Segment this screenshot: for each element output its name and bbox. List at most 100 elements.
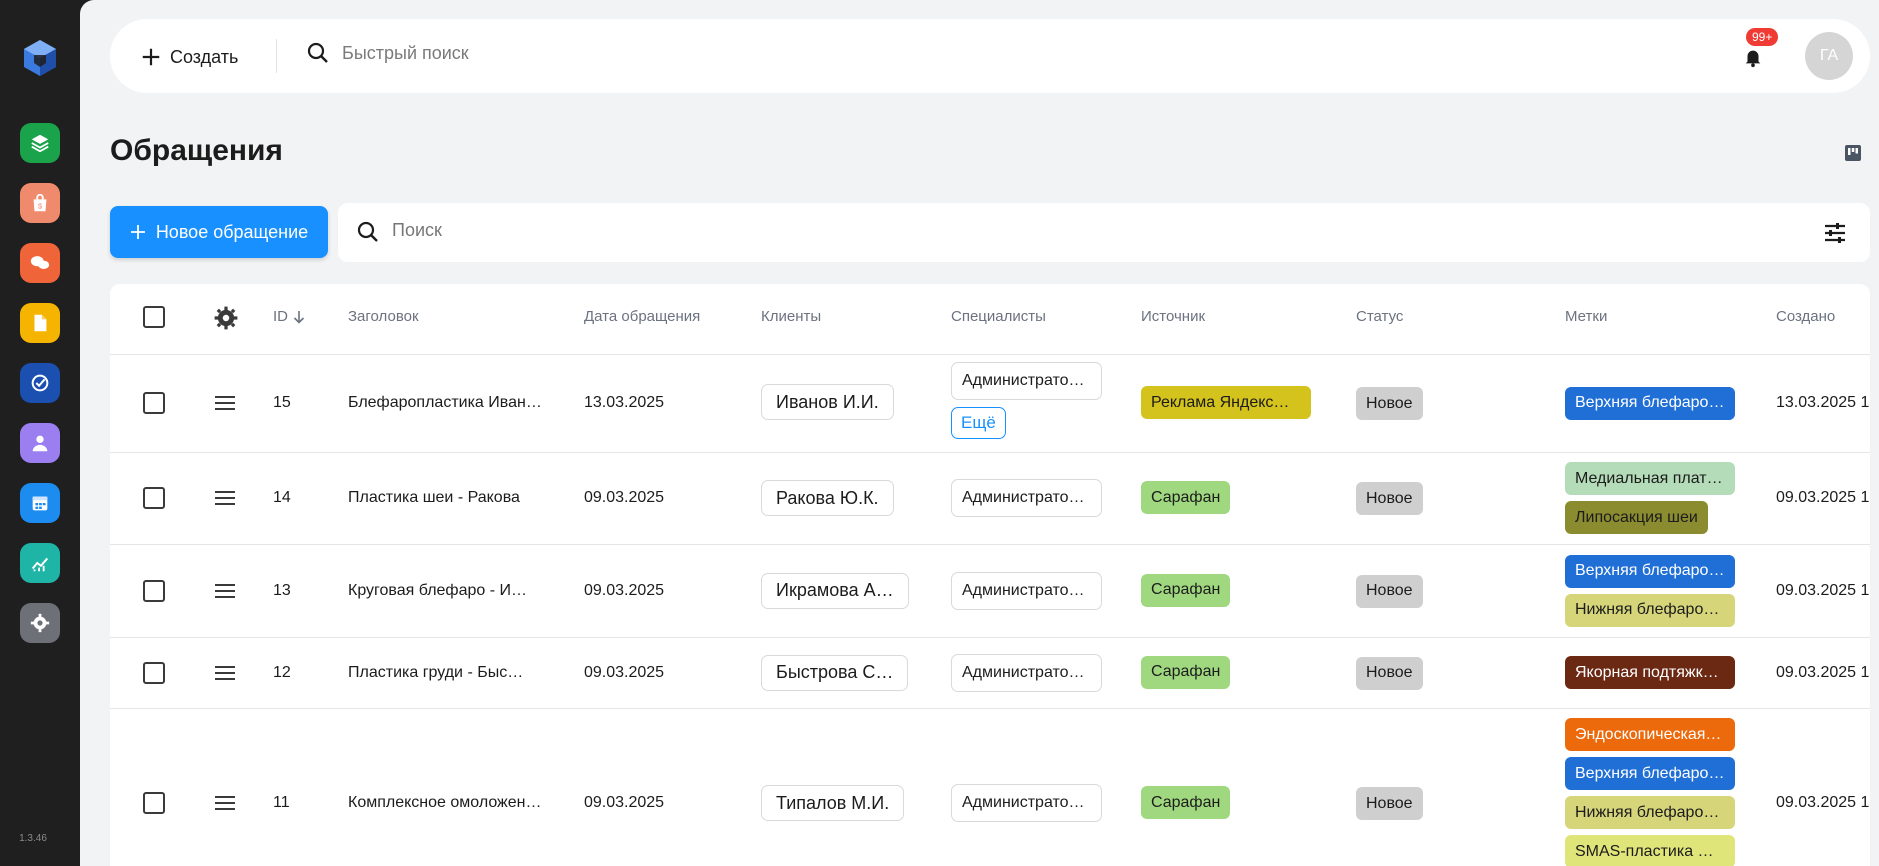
client-chip[interactable]: Типалов М.И.: [761, 785, 905, 821]
quick-search-input[interactable]: [340, 41, 744, 65]
kanban-view-icon[interactable]: [1844, 144, 1862, 162]
more-specialists-button[interactable]: Ещё: [951, 407, 1006, 439]
label-tag-text: Липосакция шеи: [1575, 508, 1698, 526]
create-button[interactable]: Создать: [140, 43, 238, 71]
gear-icon: [214, 306, 238, 330]
source-tag: Сарафан: [1141, 481, 1231, 514]
specialist-name: Администрато…: [962, 663, 1085, 681]
sidebar-item-settings[interactable]: [20, 603, 60, 643]
sidebar-item-calendar[interactable]: [20, 483, 60, 523]
table-row[interactable]: 13 Круговая блефаро - И… 09.03.2025 Икрамов…: [110, 544, 1870, 638]
column-header-created[interactable]: Создано: [1776, 308, 1835, 325]
row-date: 09.03.2025: [584, 489, 665, 506]
drag-handle-icon[interactable]: [214, 795, 236, 811]
label-tag-text: Якорная подтяжк…: [1575, 663, 1719, 681]
specialist-chip[interactable]: Администрато…: [951, 784, 1102, 822]
label-tag-text: SMAS-пластика …: [1575, 842, 1714, 860]
filter-settings-icon[interactable]: [1822, 220, 1848, 246]
row-checkbox[interactable]: [143, 487, 165, 509]
client-chip[interactable]: Иванов И.И.: [761, 384, 894, 420]
new-request-button-label: Новое обращение: [155, 221, 309, 242]
cube-logo-icon[interactable]: [20, 38, 60, 78]
specialist-chip[interactable]: Администрато…: [951, 479, 1102, 517]
search-input[interactable]: [390, 219, 1694, 242]
client-name: Иванов И.И.: [776, 391, 879, 412]
row-created: 09.03.2025 1: [1776, 581, 1870, 599]
specialist-chip[interactable]: Администрато…: [951, 362, 1102, 400]
table-row[interactable]: 12 Пластика груди - Быс… 09.03.2025 Быстров…: [110, 637, 1870, 709]
status-label: Новое: [1366, 394, 1413, 412]
client-chip[interactable]: Икрамова А…: [761, 572, 909, 609]
row-date: 13.03.2025: [584, 394, 665, 411]
row-title[interactable]: Круговая блефаро - И…: [348, 582, 544, 600]
status-label: Новое: [1366, 582, 1413, 599]
create-button-label: Создать: [170, 46, 239, 67]
new-request-button[interactable]: Новое обращение: [110, 206, 328, 258]
bell-icon: [1745, 50, 1761, 68]
notifications-button[interactable]: [1742, 43, 1770, 71]
chat-icon: [30, 256, 50, 269]
drag-handle-icon[interactable]: [214, 583, 236, 599]
source-label: Сарафан: [1151, 488, 1221, 506]
column-header-specialists[interactable]: Специалисты: [951, 308, 1046, 325]
row-title[interactable]: Пластика груди - Быс…: [348, 664, 544, 682]
row-checkbox[interactable]: [143, 392, 165, 414]
specialist-chip[interactable]: Администрато…: [951, 653, 1102, 692]
row-checkbox[interactable]: [143, 579, 165, 602]
drag-handle-icon[interactable]: [214, 665, 236, 681]
column-settings-button[interactable]: [213, 305, 239, 331]
client-chip[interactable]: Быстрова С…: [761, 654, 909, 691]
row-checkbox[interactable]: [143, 661, 165, 684]
source-tag: Реклама Яндекс…: [1141, 386, 1311, 419]
column-header-title[interactable]: Заголовок: [348, 308, 419, 325]
sidebar-item-chat[interactable]: [20, 243, 60, 283]
row-id: 14: [273, 489, 291, 506]
label-tag-text: Нижняя блефаро…: [1575, 601, 1720, 618]
table-row[interactable]: 11 Комплексное омоложен… 09.03.2025 Типалов…: [110, 708, 1870, 866]
row-title[interactable]: Блефаропластика Иван…: [348, 394, 544, 412]
column-header-clients[interactable]: Клиенты: [761, 308, 821, 325]
specialist-name: Администрато…: [962, 581, 1085, 599]
status-label: Новое: [1366, 664, 1413, 681]
gear-icon: [30, 613, 50, 633]
label-tag: Медиальная плат…: [1565, 462, 1735, 495]
sidebar-item-shop[interactable]: $: [20, 183, 60, 223]
column-header-date[interactable]: Дата обращения: [584, 308, 700, 325]
client-chip[interactable]: Ракова Ю.К.: [761, 480, 894, 516]
row-created: 09.03.2025 1: [1776, 663, 1870, 681]
requests-table: ID Заголовок Дата обращения Клиенты Спец…: [110, 284, 1870, 866]
svg-text:$: $: [38, 202, 42, 211]
sidebar-item-tasks[interactable]: [20, 363, 60, 403]
sidebar-item-documents[interactable]: [20, 303, 60, 343]
label-tag: SMAS-пластика …: [1565, 835, 1735, 866]
sort-down-icon: [293, 310, 305, 324]
label-tag-text: Верхняя блефаро…: [1575, 562, 1725, 579]
column-header-id[interactable]: ID: [273, 308, 306, 325]
row-date: 09.03.2025: [584, 794, 665, 811]
drag-handle-icon[interactable]: [214, 490, 236, 506]
sidebar-item-analytics[interactable]: [20, 543, 60, 583]
label-tag: Верхняя блефаро…: [1565, 554, 1735, 588]
search-icon: [357, 221, 378, 242]
specialist-chip[interactable]: Администрато…: [951, 571, 1102, 610]
search-bar: [338, 203, 1870, 262]
avatar[interactable]: ГА: [1805, 32, 1853, 80]
sidebar-item-layers[interactable]: [20, 123, 60, 163]
column-header-source[interactable]: Источник: [1141, 308, 1205, 325]
table-row[interactable]: 14 Пластика шеи - Ракова 09.03.2025 Ракова …: [110, 452, 1870, 545]
row-checkbox[interactable]: [143, 792, 165, 814]
column-header-tags[interactable]: Метки: [1565, 308, 1607, 325]
select-all-checkbox[interactable]: [143, 306, 165, 328]
row-title[interactable]: Пластика шеи - Ракова: [348, 489, 544, 507]
drag-handle-icon[interactable]: [214, 395, 236, 411]
status-badge: Новое: [1356, 387, 1423, 420]
notifications-badge: 99+: [1746, 28, 1779, 46]
user-icon: [32, 435, 48, 452]
column-header-status[interactable]: Статус: [1356, 308, 1403, 325]
sidebar-item-contacts[interactable]: [20, 423, 60, 463]
row-title[interactable]: Комплексное омоложен…: [348, 794, 544, 812]
label-tag: Эндоскопическая…: [1565, 718, 1735, 751]
status-badge: Новое: [1356, 787, 1423, 820]
label-tag-text: Медиальная плат…: [1575, 469, 1723, 487]
table-row[interactable]: 15 Блефаропластика Иван… 13.03.2025 Иванов …: [110, 354, 1870, 453]
